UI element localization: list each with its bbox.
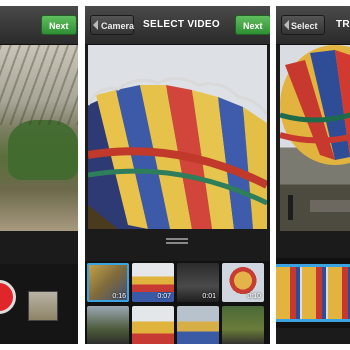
filmstrip-selection[interactable] xyxy=(276,264,350,322)
select-back-button[interactable]: Select xyxy=(281,15,325,35)
video-thumbnail[interactable] xyxy=(87,306,129,344)
back-arrow-icon xyxy=(93,20,98,30)
video-preview[interactable] xyxy=(88,45,267,229)
video-thumbnail-grid: 0:16 0:07 0:01 0:10 xyxy=(85,261,270,344)
balloon-trim-image xyxy=(280,45,350,220)
video-thumbnail[interactable] xyxy=(132,306,174,344)
video-duration: 0:01 xyxy=(202,293,216,300)
tree-foliage xyxy=(8,120,78,180)
camera-screen: Next xyxy=(0,6,78,344)
video-thumbnail[interactable]: 0:01 xyxy=(177,263,219,302)
camera-nav-bar: Next xyxy=(0,6,78,45)
video-thumbnail[interactable]: 0:16 xyxy=(87,263,129,302)
video-duration: 0:10 xyxy=(247,293,261,300)
video-duration: 0:16 xyxy=(112,293,126,300)
page-title: TR xyxy=(336,19,350,30)
back-arrow-icon xyxy=(284,20,289,30)
drag-handle-icon[interactable] xyxy=(166,238,188,244)
video-thumbnail[interactable]: 0:07 xyxy=(132,263,174,302)
video-thumbnail[interactable] xyxy=(177,306,219,344)
page-title: SELECT VIDEO xyxy=(143,19,220,30)
next-button[interactable]: Next xyxy=(41,15,77,35)
trim-nav-bar: Select TR xyxy=(276,6,350,45)
video-duration: 0:07 xyxy=(157,293,171,300)
video-thumbnail[interactable]: 0:10 xyxy=(222,263,264,302)
record-icon[interactable] xyxy=(0,280,16,314)
last-clip-thumbnail[interactable] xyxy=(28,291,58,321)
camera-controls-bar xyxy=(0,264,78,344)
trim-screen: Select TR xyxy=(276,6,350,344)
camera-back-button[interactable]: Camera xyxy=(90,15,134,35)
trim-preview[interactable] xyxy=(280,45,350,231)
camera-viewfinder xyxy=(0,45,78,231)
trim-filmstrip[interactable] xyxy=(276,258,350,328)
select-video-screen: Camera SELECT VIDEO Next 0:16 0:07 0:01 … xyxy=(85,6,270,344)
tree-branches xyxy=(0,45,78,125)
video-thumbnail[interactable] xyxy=(222,306,264,344)
select-video-nav-bar: Camera SELECT VIDEO Next xyxy=(85,6,270,45)
next-button[interactable]: Next xyxy=(235,15,270,35)
balloon-preview-image xyxy=(88,45,267,229)
